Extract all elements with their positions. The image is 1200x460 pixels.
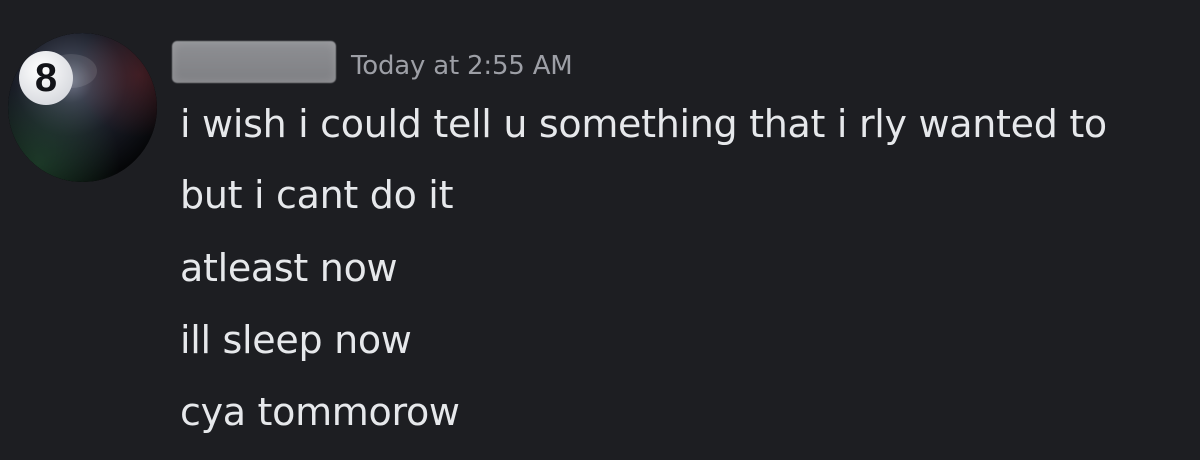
user-avatar[interactable]: 8 [8, 33, 157, 182]
message-group: 8 Today at 2:55 AM i wish i could tell u… [0, 0, 1200, 460]
username-redacted[interactable] [172, 41, 336, 83]
eight-ball-icon: 8 [8, 33, 157, 182]
avatar-number: 8 [35, 56, 57, 100]
message-timestamp[interactable]: Today at 2:55 AM [351, 46, 573, 86]
message-line: i wish i could tell u something that i r… [180, 102, 1107, 146]
message-line: atleast now [180, 246, 398, 290]
message-line: ill sleep now [180, 318, 412, 362]
message-line: but i cant do it [180, 173, 454, 217]
message-line: cya tommorow [180, 390, 460, 434]
